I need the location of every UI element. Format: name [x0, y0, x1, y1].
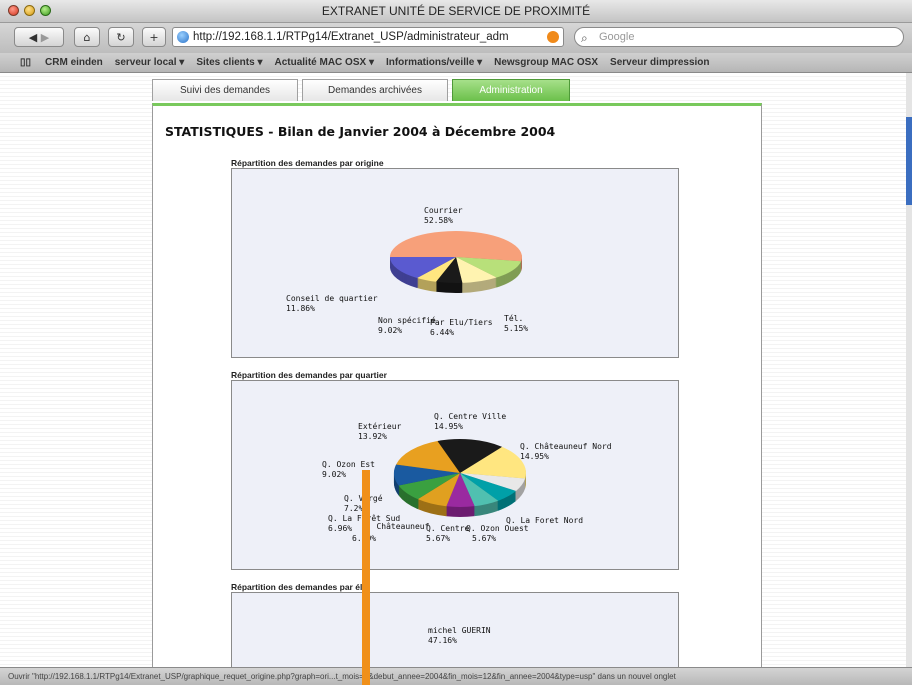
chart-quartier: Q. Centre Ville 14.95% Extérieur 13.92% …	[231, 380, 679, 570]
chart-value: 6.44%	[430, 328, 454, 337]
tab-administration[interactable]: Administration	[452, 79, 570, 101]
chart-heading-elu: Répartition des demandes par élu	[231, 582, 368, 592]
bookmark-item[interactable]: CRM einden	[45, 57, 103, 68]
chart-label: michel GUERIN	[428, 626, 491, 635]
chart-heading-quartier: Répartition des demandes par quartier	[231, 370, 387, 380]
pie-slice	[390, 230, 522, 262]
chart-label: Q. La Foret Nord	[506, 516, 583, 525]
url-text: http://192.168.1.1/RTPg14/Extranet_USP/a…	[193, 31, 509, 43]
chart-value: 14.95%	[520, 452, 549, 461]
bookmark-item[interactable]: Newsgroup MAC OSX	[494, 57, 598, 68]
chart-value: 9.02%	[378, 326, 402, 335]
search-placeholder: Google	[599, 31, 635, 43]
open-book-icon[interactable]: ▯▯	[20, 57, 31, 68]
reload-button[interactable]: ↻	[108, 27, 134, 47]
pie-slices	[394, 439, 526, 517]
home-icon: ⌂	[83, 30, 91, 44]
forward-arrow-icon[interactable]: ▶	[41, 31, 49, 44]
chart-value: 13.92%	[358, 432, 387, 441]
address-bar[interactable]: http://192.168.1.1/RTPg14/Extranet_USP/a…	[172, 27, 564, 47]
scrollbar-thumb[interactable]	[906, 117, 912, 205]
chart-label: Tél.	[504, 313, 523, 323]
pie-chart-origine: Courrier 52.58% Conseil de quartier 11.8…	[286, 206, 528, 337]
chart-label: Conseil de quartier	[286, 294, 378, 303]
back-forward-buttons[interactable]: ◀ ▶	[14, 27, 64, 47]
bookmark-item[interactable]: Serveur dimpression	[610, 57, 709, 68]
bookmark-item[interactable]: Actualité MAC OSX ▾	[274, 57, 373, 68]
chart-label: Par Elu/Tiers	[430, 318, 493, 327]
chart-label: Q. Châteauneuf	[362, 522, 430, 531]
chart-label: Extérieur	[358, 421, 402, 431]
admin-panel: STATISTIQUES - Bilan de Janvier 2004 à D…	[152, 103, 762, 667]
admin-tabs: Suivi des demandes Demandes archivées Ad…	[152, 79, 574, 103]
chart-value: 47.16%	[428, 636, 457, 645]
plus-icon: +	[149, 30, 159, 44]
pie-slices	[390, 230, 522, 293]
chart-value: 14.95%	[434, 422, 463, 431]
vertical-scrollbar[interactable]	[906, 73, 912, 667]
chart-value: 5.67%	[426, 534, 450, 543]
chart-value: 11.86%	[286, 304, 315, 313]
search-field[interactable]: ⌕ Google	[574, 27, 904, 47]
pie-chart-quartier: Q. Centre Ville 14.95% Extérieur 13.92% …	[322, 412, 612, 543]
chart-value: 5.15%	[504, 324, 528, 333]
bookmarks-bar: ▯▯ CRM einden serveur local ▾ Sites clie…	[0, 53, 912, 73]
orange-marker	[362, 470, 370, 685]
add-bookmark-button[interactable]: +	[142, 27, 166, 47]
chart-label: Q. Ozon Est	[322, 460, 375, 469]
chart-value: 5.67%	[472, 534, 496, 543]
pie-chart-elu: michel GUERIN 47.16%	[428, 626, 491, 645]
chart-label: Q. Centre Ville	[434, 412, 506, 421]
tab-demandes-archivees[interactable]: Demandes archivées	[302, 79, 448, 101]
page-content: Suivi des demandes Demandes archivées Ad…	[0, 73, 912, 667]
reload-icon: ↻	[116, 30, 126, 44]
chart-value: 9.02%	[322, 470, 346, 479]
back-arrow-icon[interactable]: ◀	[29, 31, 37, 44]
browser-window: EXTRANET UNITÉ DE SERVICE DE PROXIMITÉ ◀…	[0, 0, 912, 685]
bookmark-item[interactable]: Informations/veille ▾	[386, 57, 482, 68]
chart-label: Courrier	[424, 206, 463, 215]
chart-value: 52.58%	[424, 216, 453, 225]
chart-heading-origine: Répartition des demandes par origine	[231, 158, 384, 168]
search-icon: ⌕	[581, 31, 588, 45]
chart-value: 7.2%	[344, 504, 363, 513]
home-button[interactable]: ⌂	[74, 27, 100, 47]
status-bar: Ouvrir "http://192.168.1.1/RTPg14/Extran…	[0, 667, 912, 685]
chart-label: Q. Ozon Ouest	[466, 524, 529, 533]
bookmark-item[interactable]: Sites clients ▾	[196, 57, 262, 68]
chart-label: Non spécifié	[378, 315, 436, 325]
chart-origine: Courrier 52.58% Conseil de quartier 11.8…	[231, 168, 679, 358]
chart-label: Q. Centre	[426, 524, 470, 533]
bookmark-item[interactable]: serveur local ▾	[115, 57, 185, 68]
globe-icon	[177, 31, 189, 43]
tab-suivi-des-demandes[interactable]: Suivi des demandes	[152, 79, 298, 101]
chart-elu: michel GUERIN 47.16%	[231, 592, 679, 667]
page-title: STATISTIQUES - Bilan de Janvier 2004 à D…	[165, 124, 556, 139]
browser-toolbar: ◀ ▶ ⌂ ↻ + http://192.168.1.1/RTPg14/Extr…	[0, 23, 912, 53]
rss-icon[interactable]	[547, 31, 559, 43]
chart-value: 6.96%	[328, 524, 352, 533]
window-title: EXTRANET UNITÉ DE SERVICE DE PROXIMITÉ	[321, 4, 591, 18]
title-bar: EXTRANET UNITÉ DE SERVICE DE PROXIMITÉ	[0, 0, 912, 23]
chart-label: Q. Châteauneuf Nord	[520, 442, 612, 451]
